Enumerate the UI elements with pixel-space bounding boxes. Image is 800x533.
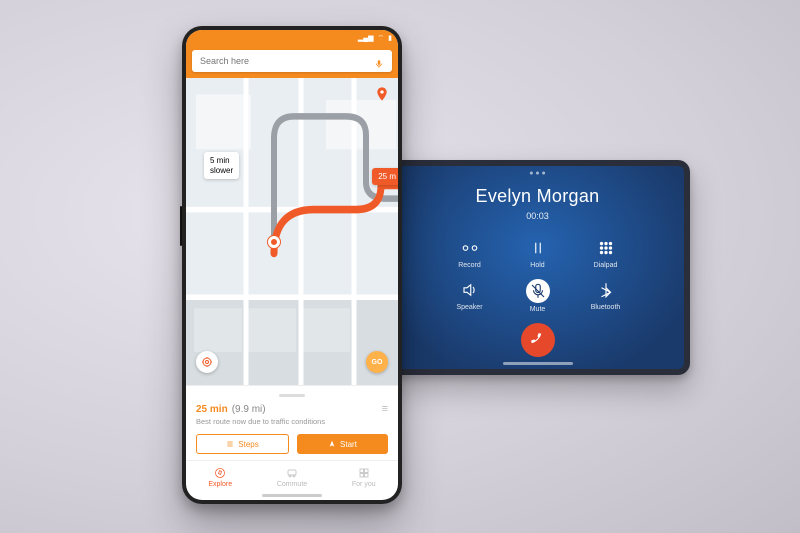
route-subtitle: Best route now due to traffic conditions bbox=[196, 417, 388, 426]
nav-indicator bbox=[262, 494, 322, 497]
call-screen: ● ● ● Evelyn Morgan 00:03 Record Hold Di… bbox=[391, 166, 684, 369]
record-label: Record bbox=[458, 262, 481, 269]
start-label: Start bbox=[340, 440, 357, 449]
explore-icon bbox=[214, 467, 226, 479]
tab-foryou-label: For you bbox=[352, 481, 376, 488]
commute-icon bbox=[286, 467, 298, 479]
tab-foryou[interactable]: For you bbox=[352, 467, 376, 488]
map-view[interactable]: 5 min slower 25 m GO bbox=[186, 78, 398, 385]
slower-route-callout[interactable]: 5 min slower bbox=[204, 152, 239, 179]
search-bar[interactable] bbox=[192, 50, 392, 72]
list-icon bbox=[226, 440, 234, 448]
steps-label: Steps bbox=[238, 440, 258, 449]
mute-label: Mute bbox=[530, 306, 546, 313]
hold-button[interactable]: Hold bbox=[515, 237, 561, 269]
nav-arrow-icon bbox=[328, 440, 336, 448]
primary-phone: ▂▄▆ ⌔ ▮ bbox=[182, 26, 402, 504]
go-button[interactable]: GO bbox=[366, 351, 388, 373]
phone-down-icon bbox=[529, 331, 547, 349]
secondary-phone: ● ● ● Evelyn Morgan 00:03 Record Hold Di… bbox=[385, 160, 690, 375]
nav-indicator bbox=[503, 362, 573, 365]
bluetooth-button[interactable]: Bluetooth bbox=[583, 279, 629, 313]
mute-button[interactable]: Mute bbox=[515, 279, 561, 313]
route-panel[interactable]: 25 min (9.9 mi) ≡ Best route now due to … bbox=[186, 385, 398, 460]
call-duration: 00:03 bbox=[526, 211, 549, 221]
signal-icon: ▂▄▆ bbox=[358, 34, 374, 42]
tab-explore[interactable]: Explore bbox=[208, 467, 232, 488]
foryou-icon bbox=[358, 467, 370, 479]
eta-callout[interactable]: 25 m bbox=[372, 168, 398, 185]
menu-icon[interactable]: ≡ bbox=[382, 403, 388, 415]
tab-explore-label: Explore bbox=[208, 481, 232, 488]
dialpad-icon bbox=[595, 237, 617, 259]
battery-icon: ▮ bbox=[388, 34, 392, 42]
search-input[interactable] bbox=[200, 56, 374, 66]
tab-commute-label: Commute bbox=[277, 481, 307, 488]
eta-value: 25 min bbox=[196, 404, 228, 415]
steps-button[interactable]: Steps bbox=[196, 434, 289, 454]
bottom-tabs: Explore Commute For you bbox=[186, 460, 398, 492]
drag-handle[interactable] bbox=[279, 394, 305, 397]
hold-label: Hold bbox=[530, 262, 544, 269]
record-button[interactable]: Record bbox=[447, 237, 493, 269]
destination-pin-icon bbox=[374, 86, 390, 102]
wifi-icon: ⌔ bbox=[378, 34, 385, 43]
speaker-label: Speaker bbox=[456, 304, 482, 311]
speaker-button[interactable]: Speaker bbox=[447, 279, 493, 313]
maps-screen: ▂▄▆ ⌔ ▮ bbox=[186, 30, 398, 500]
mic-icon[interactable] bbox=[374, 56, 384, 66]
caller-name: Evelyn Morgan bbox=[476, 186, 600, 207]
mute-icon bbox=[526, 279, 550, 303]
current-location-dot bbox=[268, 236, 280, 248]
bluetooth-label: Bluetooth bbox=[591, 304, 621, 311]
record-icon bbox=[459, 237, 481, 259]
status-bar: ▂▄▆ ⌔ ▮ bbox=[186, 30, 398, 46]
hold-icon bbox=[527, 237, 549, 259]
distance-value: (9.9 mi) bbox=[232, 404, 266, 415]
hangup-button[interactable] bbox=[521, 323, 555, 357]
start-button[interactable]: Start bbox=[297, 434, 388, 454]
bluetooth-icon bbox=[595, 279, 617, 301]
dialpad-button[interactable]: Dialpad bbox=[583, 237, 629, 269]
map-background bbox=[186, 78, 398, 385]
dialpad-label: Dialpad bbox=[594, 262, 618, 269]
tab-commute[interactable]: Commute bbox=[277, 467, 307, 488]
call-status-bar: ● ● ● bbox=[391, 170, 684, 177]
recenter-button[interactable] bbox=[196, 351, 218, 373]
speaker-icon bbox=[459, 279, 481, 301]
